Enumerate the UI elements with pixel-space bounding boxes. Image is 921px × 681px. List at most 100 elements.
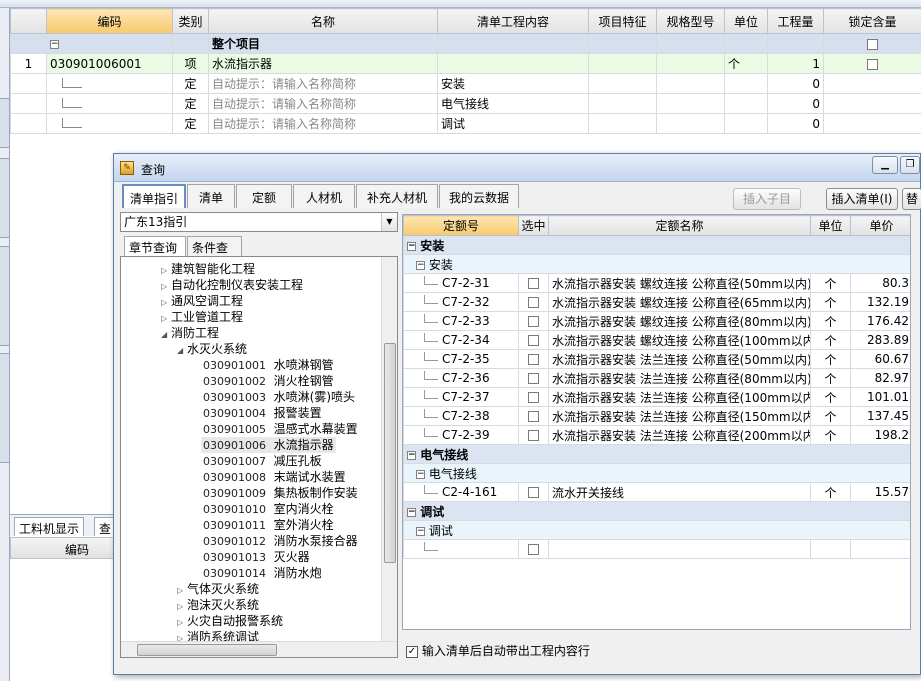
table-row-quota[interactable]: 定 自动提示：请输入名称简称 电气接线 0 (10, 93, 921, 114)
lock-checkbox[interactable] (867, 58, 878, 70)
name-cell[interactable]: 水流指示器 (208, 53, 438, 74)
col-header-name[interactable]: 名称 (208, 8, 438, 34)
select-checkbox[interactable] (528, 544, 539, 555)
collapse-icon[interactable]: − (50, 39, 59, 49)
content-cell[interactable]: 调试 (437, 113, 589, 134)
tree-leaf[interactable]: 030901010 室内消火栓 (203, 501, 334, 517)
unit-cell[interactable]: 个 (810, 349, 851, 369)
tree-horizontal-scrollbar[interactable] (121, 641, 397, 657)
select-checkbox[interactable] (528, 354, 539, 365)
tab-material-display[interactable]: 工料机显示 (14, 517, 85, 536)
price-cell[interactable]: 101.01 (850, 387, 910, 407)
col-header-type[interactable]: 类别 (172, 8, 209, 34)
quota-code-cell[interactable]: C7-2-36 (403, 368, 519, 388)
quota-name-cell[interactable] (548, 539, 811, 559)
group-cell[interactable]: − 调试 (403, 501, 910, 521)
quota-code-cell[interactable]: C7-2-33 (403, 311, 519, 331)
dropdown-arrow-icon[interactable]: ▼ (381, 213, 397, 231)
quota-name-cell[interactable]: 流水开关接线 (548, 482, 811, 502)
price-cell[interactable]: 60.67 (850, 349, 910, 369)
qty-cell[interactable]: 0 (767, 113, 824, 134)
content-cell[interactable]: 电气接线 (437, 93, 589, 114)
minimize-button[interactable]: ▁ (872, 156, 898, 174)
collapse-icon[interactable]: − (407, 507, 416, 517)
unit-cell[interactable] (810, 539, 851, 559)
unit-cell[interactable] (724, 93, 768, 114)
restore-button[interactable]: ❐ (900, 156, 920, 174)
unit-cell[interactable]: 个 (810, 330, 851, 350)
tab-extra-labor-material[interactable]: 补充人材机 (356, 184, 438, 208)
quota-row[interactable]: C7-2-33 水流指示器安装 螺纹连接 公称直径(80mm以内) 个 176.42 (403, 311, 910, 331)
tree-node[interactable]: ◢ 水灭火系统 (177, 341, 247, 357)
tree-node[interactable]: ▷ 通风空调工程 (161, 293, 243, 309)
group-cell[interactable]: − 安装 (403, 235, 910, 255)
left-side-tab-3[interactable] (0, 246, 9, 346)
spec-cell[interactable] (656, 113, 725, 134)
quota-code-cell[interactable]: C7-2-39 (403, 425, 519, 445)
subgroup-row[interactable]: − 调试 (403, 520, 910, 540)
tree-node[interactable]: ▷ 气体灭火系统 (177, 581, 259, 597)
col-header-spec[interactable]: 规格型号 (656, 8, 725, 34)
subgroup-cell[interactable]: − 电气接线 (403, 463, 910, 483)
table-row-quota[interactable]: 定 自动提示：请输入名称简称 安装 0 (10, 73, 921, 94)
lock-checkbox[interactable] (867, 38, 878, 50)
quota-row[interactable]: C7-2-38 水流指示器安装 法兰连接 公称直径(150mm以内) 个 137.45 (403, 406, 910, 426)
quota-code-cell[interactable]: C7-2-37 (403, 387, 519, 407)
collapse-icon[interactable]: − (407, 241, 416, 251)
col-header-quota-name[interactable]: 定额名称 (548, 215, 811, 236)
quota-row[interactable]: C7-2-32 水流指示器安装 螺纹连接 公称直径(65mm以内) 个 132.19 (403, 292, 910, 312)
type-cell[interactable]: 项 (172, 53, 209, 74)
left-side-tab-1[interactable] (0, 98, 9, 148)
unit-cell[interactable]: 个 (724, 53, 768, 74)
quota-name-cell[interactable]: 水流指示器安装 法兰连接 公称直径(50mm以内) (548, 349, 811, 369)
tree-leaf[interactable]: 030901008 末端试水装置 (203, 469, 346, 485)
select-checkbox[interactable] (528, 278, 539, 289)
feature-cell[interactable] (588, 93, 657, 114)
subgroup-cell[interactable]: − 安装 (403, 254, 910, 274)
guide-library-select[interactable]: 广东13指引 ▼ (120, 212, 398, 232)
scrollbar-thumb[interactable] (137, 644, 277, 656)
collapse-icon[interactable]: ◢ (177, 343, 187, 359)
spec-cell[interactable] (656, 53, 725, 74)
type-cell[interactable]: 定 (172, 73, 209, 94)
quota-name-cell[interactable]: 水流指示器安装 法兰连接 公称直径(200mm以内) (548, 425, 811, 445)
tree-leaf[interactable]: 030901007 减压孔板 (203, 453, 322, 469)
unit-cell[interactable]: 个 (810, 368, 851, 388)
select-checkbox[interactable] (528, 487, 539, 498)
qty-cell[interactable]: 0 (767, 93, 824, 114)
quota-name-cell[interactable]: 水流指示器安装 螺纹连接 公称直径(100mm以内) (548, 330, 811, 350)
tree-vertical-scrollbar[interactable] (381, 257, 397, 643)
unit-cell[interactable]: 个 (810, 311, 851, 331)
tree-node[interactable]: ▷ 泡沫灭火系统 (177, 597, 259, 613)
table-row-quota[interactable]: 定 自动提示：请输入名称简称 调试 0 (10, 113, 921, 134)
col-header-content[interactable]: 清单工程内容 (437, 8, 589, 34)
tree-leaf[interactable]: 030901001 水喷淋钢管 (203, 357, 334, 373)
scrollbar-thumb[interactable] (384, 343, 396, 563)
subgroup-cell[interactable]: − 调试 (403, 520, 910, 540)
type-cell[interactable]: 定 (172, 93, 209, 114)
unit-cell[interactable]: 个 (810, 387, 851, 407)
price-cell[interactable]: 80.3 (850, 273, 910, 293)
quota-code-cell[interactable] (403, 539, 519, 559)
name-cell[interactable]: 自动提示：请输入名称简称 (208, 113, 438, 134)
tree-leaf[interactable]: 030901011 室外消火栓 (203, 517, 334, 533)
select-checkbox[interactable] (528, 297, 539, 308)
quota-row[interactable]: C7-2-34 水流指示器安装 螺纹连接 公称直径(100mm以内) 个 283.89 (403, 330, 910, 350)
col-header-code[interactable]: 编码 (46, 8, 173, 34)
left-side-tab-2[interactable] (0, 158, 9, 238)
quota-name-cell[interactable]: 水流指示器安装 法兰连接 公称直径(80mm以内) (548, 368, 811, 388)
auto-content-option[interactable]: ✓ 输入清单后自动带出工程内容行 (406, 642, 590, 659)
tree-node[interactable]: ◢ 消防工程 (161, 325, 219, 341)
tab-chapter-query[interactable]: 章节查询 (124, 236, 186, 256)
tab-labor-material[interactable]: 人材机 (293, 184, 355, 208)
quota-code-cell[interactable]: C7-2-38 (403, 406, 519, 426)
quota-code-cell[interactable]: C7-2-32 (403, 292, 519, 312)
tree-node[interactable]: ▷ 工业管道工程 (161, 309, 243, 325)
quota-code-cell[interactable]: C7-2-31 (403, 273, 519, 293)
feature-cell[interactable] (588, 73, 657, 94)
col-header-selected[interactable]: 选中 (518, 215, 549, 236)
unit-cell[interactable] (724, 73, 768, 94)
col-header-unit[interactable]: 单位 (724, 8, 768, 34)
col-header-lock[interactable]: 锁定含量 (823, 8, 921, 34)
tree-leaf[interactable]: 030901003 水喷淋(雾)喷头 (203, 389, 355, 405)
